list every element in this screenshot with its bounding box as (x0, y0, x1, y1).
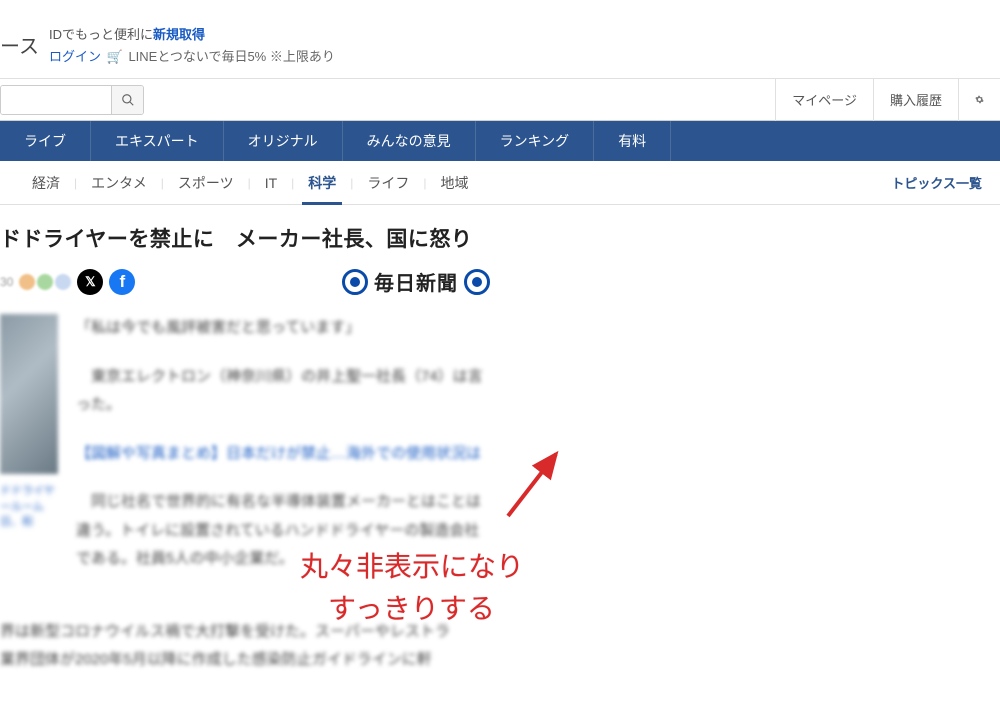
article-body: ドドライヤールーム日、和 「私は今でも風評被害だと思っています」 東京エレクトロ… (0, 314, 490, 594)
article-para2: 同じ社名で世界的に有名な半導体装置メーカーとはことは違う。トイレに設置されている… (76, 488, 490, 574)
article-thumbnail[interactable] (0, 314, 58, 474)
cart-icon: 🛒 (107, 49, 123, 64)
article-para3: 界は新型コロナウイルス禍で大打撃を受けた。スーパーやレストラ業界団体が2020年… (0, 618, 460, 675)
register-link[interactable]: 新規取得 (153, 27, 205, 42)
login-link[interactable]: ログイン (49, 49, 101, 64)
category-nav: 経済| エンタメ| スポーツ| IT| 科学| ライフ| 地域 トピックス一覧 (0, 161, 1000, 205)
source-name: 毎日新聞 (374, 267, 458, 296)
cat-region[interactable]: 地域 (427, 161, 483, 205)
nav-ranking[interactable]: ランキング (476, 121, 595, 161)
share-x-button[interactable]: 𝕏 (77, 269, 103, 295)
search-box (0, 85, 144, 115)
nav-opinion[interactable]: みんなの意見 (343, 121, 476, 161)
user-links: マイページ 購入履歴 (775, 79, 1000, 120)
text-column: 「私は今でも風評被害だと思っています」 東京エレクトロン（神奈川県）の井上聖一社… (76, 314, 490, 594)
article-title: ドドライヤーを禁止に メーカー社長、国に怒り (0, 223, 490, 253)
search-wrap (0, 79, 144, 120)
top-header: ース IDでもっと便利に新規取得 ログイン 🛒 LINEとつないで毎日5% ※上… (0, 0, 1000, 79)
purchase-history-link[interactable]: 購入履歴 (873, 79, 958, 121)
settings-button[interactable] (958, 79, 1000, 121)
cat-science[interactable]: 科学 (294, 161, 350, 205)
article-quote: 「私は今でも風評被害だと思っています」 (76, 314, 490, 343)
search-icon (121, 93, 135, 107)
article-source: 毎日新聞 (342, 267, 490, 296)
source-logo-icon (464, 269, 490, 295)
article-para1: 東京エレクトロン（神奈川県）の井上聖一社長（74）は言った。 (76, 363, 490, 420)
annotation-arrow-icon (500, 444, 570, 524)
search-button[interactable] (111, 86, 143, 114)
related-link[interactable]: 【図解や写真まとめ】日本だけが禁止…海外での使用状況は (76, 440, 490, 469)
cat-entertainment[interactable]: エンタメ (77, 161, 161, 205)
share-facebook-button[interactable]: f (109, 269, 135, 295)
nav-live[interactable]: ライブ (0, 121, 91, 161)
site-logo: ース (0, 24, 49, 59)
utility-bar: マイページ 購入履歴 (0, 79, 1000, 121)
primary-nav: ライブ エキスパート オリジナル みんなの意見 ランキング 有料 (0, 121, 1000, 161)
article-meta: 30 𝕏 f 毎日新聞 (0, 267, 490, 296)
login-promo-text: IDでもっと便利に (49, 27, 153, 42)
nav-original[interactable]: オリジナル (224, 121, 343, 161)
thumbnail-caption: ドドライヤールーム日、和 (0, 484, 58, 530)
cat-it[interactable]: IT (251, 161, 291, 205)
cat-economy[interactable]: 経済 (18, 161, 74, 205)
nav-paid[interactable]: 有料 (594, 121, 671, 161)
source-logo-icon (342, 269, 368, 295)
search-input[interactable] (1, 86, 111, 114)
login-area: IDでもっと便利に新規取得 ログイン 🛒 LINEとつないで毎日5% ※上限あり (49, 24, 335, 68)
article-time: 30 (0, 275, 13, 289)
mypage-link[interactable]: マイページ (775, 79, 873, 121)
reaction-avatars (19, 274, 71, 290)
gear-icon (975, 91, 984, 108)
article: ドドライヤーを禁止に メーカー社長、国に怒り 30 𝕏 f 毎日新聞 ドドライヤ… (0, 205, 490, 675)
cat-sports[interactable]: スポーツ (164, 161, 248, 205)
topics-list-link[interactable]: トピックス一覧 (891, 173, 982, 192)
nav-expert[interactable]: エキスパート (91, 121, 224, 161)
promo-text: LINEとつないで毎日5% ※上限あり (128, 49, 334, 64)
thumbnail-column: ドドライヤールーム日、和 (0, 314, 58, 594)
cat-life[interactable]: ライフ (353, 161, 423, 205)
